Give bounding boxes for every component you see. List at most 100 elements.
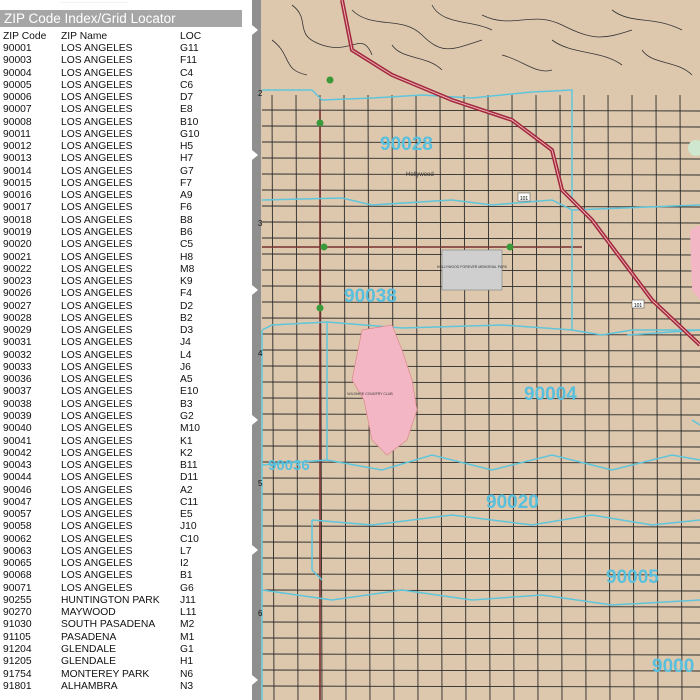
loc-cell: B8 — [180, 214, 193, 226]
zip-name-cell: HUNTINGTON PARK — [61, 594, 160, 606]
zip-name-cell: GLENDALE — [61, 656, 116, 668]
zip-label-90038: 90038 — [344, 286, 397, 307]
zip-map: 101 101 Hollywood HOLLYWOOD FOREVER MEMO… — [252, 0, 700, 700]
zip-name-cell: LOS ANGELES — [61, 325, 133, 337]
zip-code-cell: 90015 — [3, 177, 32, 189]
zip-code-cell: 90033 — [3, 361, 32, 373]
zip-code-cell: 90038 — [3, 398, 32, 410]
zip-name-cell: LOS ANGELES — [61, 177, 133, 189]
index-row: 90068 LOS ANGELES B1 — [0, 570, 252, 582]
zip-code-cell: 91801 — [3, 680, 32, 692]
zip-label-90028: 90028 — [380, 134, 433, 155]
loc-cell: L4 — [180, 349, 192, 361]
zip-code-cell: 90022 — [3, 263, 32, 275]
loc-cell: B10 — [180, 116, 199, 128]
zip-code-cell: 90036 — [3, 374, 32, 386]
zip-name-cell: LOS ANGELES — [61, 214, 133, 226]
zip-code-cell: 90027 — [3, 300, 32, 312]
loc-cell: B1 — [180, 570, 193, 582]
zip-code-cell: 90008 — [3, 116, 32, 128]
loc-cell: L11 — [180, 607, 197, 619]
index-row: 90058 LOS ANGELES J10 — [0, 521, 252, 533]
zip-name-cell: PASADENA — [61, 631, 117, 643]
zip-name-cell: LOS ANGELES — [61, 55, 133, 67]
zip-code-cell: 90037 — [3, 386, 32, 398]
zip-name-cell: ALHAMBRA — [61, 680, 118, 692]
loc-cell: M10 — [180, 423, 201, 435]
zip-code-cell: 91204 — [3, 644, 32, 656]
zip-code-cell: 90047 — [3, 496, 32, 508]
zip-code-cell: 90018 — [3, 214, 32, 226]
zip-name-cell: LOS ANGELES — [61, 153, 133, 165]
column-header-zip: ZIP Code — [3, 31, 47, 42]
index-row: 90004 LOS ANGELES C4 — [0, 68, 252, 80]
zip-name-cell: LOS ANGELES — [61, 472, 133, 484]
index-row: 90032 LOS ANGELES L4 — [0, 350, 252, 362]
grid-row-5: 5 — [258, 479, 263, 488]
map-panel: 101 101 Hollywood HOLLYWOOD FOREVER MEMO… — [252, 0, 700, 700]
zip-code-cell: 90058 — [3, 521, 32, 533]
zip-name-cell: LOS ANGELES — [61, 349, 133, 361]
zip-name-cell: LOS ANGELES — [61, 263, 133, 275]
zip-code-cell: 90021 — [3, 251, 32, 263]
index-row: 91105 PASADENA M1 — [0, 632, 252, 644]
loc-cell: G2 — [180, 410, 194, 422]
svg-text:101: 101 — [634, 303, 643, 309]
loc-cell: M8 — [180, 263, 195, 275]
loc-cell: F6 — [180, 202, 193, 214]
index-row: 90022 LOS ANGELES M8 — [0, 264, 252, 276]
zip-code-cell: 90023 — [3, 276, 32, 288]
zip-code-cell: 90014 — [3, 165, 32, 177]
zip-label-90036: 90036 — [268, 457, 310, 474]
place-label-cemetery: HOLLYWOOD FOREVER MEMORIAL PARK — [437, 265, 508, 269]
index-row: 90003 LOS ANGELES F11 — [0, 55, 252, 67]
index-row: 90040 LOS ANGELES M10 — [0, 423, 252, 435]
loc-cell: A9 — [180, 190, 193, 202]
zip-name-cell: LOS ANGELES — [61, 447, 133, 459]
index-row: 90065 LOS ANGELES I2 — [0, 558, 252, 570]
zip-code-cell: 90063 — [3, 545, 32, 557]
index-row: 90001 LOS ANGELES G11 — [0, 43, 252, 55]
index-row: 90041 LOS ANGELES K1 — [0, 436, 252, 448]
zip-code-cell: 90041 — [3, 435, 32, 447]
zip-name-cell: LOS ANGELES — [61, 410, 133, 422]
index-row: 90015 LOS ANGELES F7 — [0, 178, 252, 190]
zip-name-cell: MONTEREY PARK — [61, 668, 150, 680]
zip-code-cell: 90026 — [3, 288, 32, 300]
index-row: 90033 LOS ANGELES J6 — [0, 362, 252, 374]
zip-name-cell: LOS ANGELES — [61, 496, 133, 508]
index-row: 90046 LOS ANGELES A2 — [0, 485, 252, 497]
index-row: 90042 LOS ANGELES K2 — [0, 448, 252, 460]
index-row: 90043 LOS ANGELES B11 — [0, 460, 252, 472]
index-row: 90038 LOS ANGELES B3 — [0, 399, 252, 411]
zip-code-cell: 90001 — [3, 43, 32, 54]
loc-cell: D2 — [180, 300, 194, 312]
zip-name-cell: LOS ANGELES — [61, 398, 133, 410]
cemetery-park — [441, 249, 503, 291]
zip-name-cell: LOS ANGELES — [61, 460, 133, 472]
loc-cell: C5 — [180, 239, 194, 251]
grid-row-6: 6 — [258, 609, 263, 618]
loc-cell: E10 — [180, 386, 199, 398]
zip-name-cell: LOS ANGELES — [61, 276, 133, 288]
loc-cell: H7 — [180, 153, 194, 165]
zip-code-cell: 90040 — [3, 423, 32, 435]
index-row: 90021 LOS ANGELES H8 — [0, 252, 252, 264]
zip-name-cell: LOS ANGELES — [61, 374, 133, 386]
loc-cell: K9 — [180, 276, 193, 288]
loc-cell: G1 — [180, 644, 194, 656]
loc-cell: B3 — [180, 398, 193, 410]
zip-name-cell: LOS ANGELES — [61, 361, 133, 373]
loc-cell: H1 — [180, 656, 194, 668]
zip-code-cell: 91030 — [3, 619, 32, 631]
zip-code-cell: 90012 — [3, 141, 32, 153]
zip-name-cell: LOS ANGELES — [61, 570, 133, 582]
zip-name-cell: LOS ANGELES — [61, 509, 133, 521]
faint-header-text: ········································… — [60, 0, 129, 6]
loc-cell: B2 — [180, 312, 193, 324]
zip-code-cell: 90028 — [3, 312, 32, 324]
index-row: 90062 LOS ANGELES C10 — [0, 534, 252, 546]
zip-name-cell: LOS ANGELES — [61, 239, 133, 251]
index-row: 91754 MONTEREY PARK N6 — [0, 669, 252, 681]
loc-cell: C10 — [180, 533, 199, 545]
